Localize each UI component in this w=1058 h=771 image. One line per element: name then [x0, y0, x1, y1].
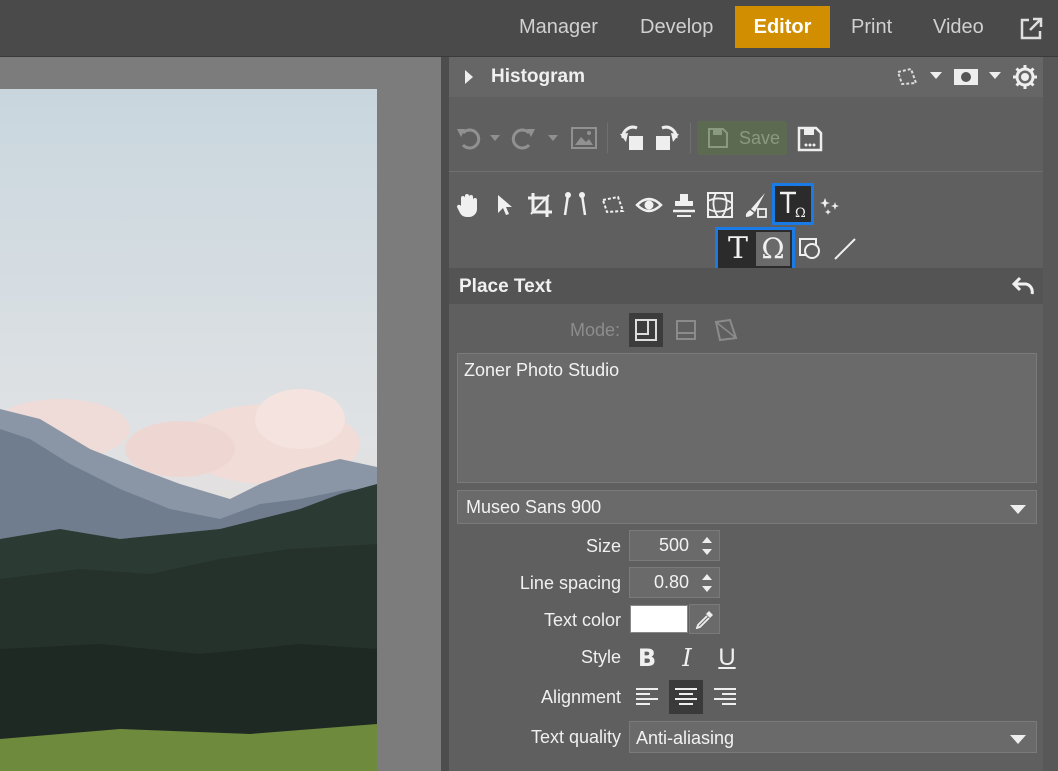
- decrement-arrow-icon[interactable]: [702, 586, 712, 592]
- align-left-button[interactable]: [630, 680, 664, 714]
- toolbar-divider: [607, 123, 608, 153]
- photo-image: [0, 89, 377, 771]
- clone-stamp-tool-icon[interactable]: [671, 191, 697, 219]
- selection-icon[interactable]: [895, 66, 919, 88]
- text-tool-selected[interactable]: Ω: [772, 183, 814, 225]
- mode-perspective-button[interactable]: [709, 313, 743, 347]
- straighten-tool-icon[interactable]: [562, 191, 588, 219]
- font-select[interactable]: Museo Sans 900: [457, 490, 1037, 524]
- decrement-arrow-icon[interactable]: [702, 549, 712, 555]
- text-quality-select[interactable]: Anti-aliasing: [629, 721, 1037, 753]
- hand-tool-icon[interactable]: [455, 192, 481, 218]
- red-eye-tool-icon[interactable]: [635, 195, 663, 215]
- editor-canvas[interactable]: [0, 57, 441, 771]
- place-text-header: Place Text: [449, 268, 1043, 304]
- text-tool-icon[interactable]: T: [721, 232, 755, 266]
- svg-text:Ω: Ω: [795, 206, 806, 219]
- mode-label: Mode:: [570, 320, 621, 340]
- bold-button[interactable]: B: [631, 642, 663, 674]
- text-subtools-group: T Ω: [715, 227, 795, 271]
- align-left-icon: [636, 688, 658, 705]
- size-stepper[interactable]: 500: [629, 530, 720, 561]
- panel-scrollbar[interactable]: [1043, 57, 1058, 771]
- align-center-button[interactable]: [669, 680, 703, 714]
- text-content-input[interactable]: Zoner Photo Studio: [457, 353, 1037, 483]
- expand-arrow-icon[interactable]: [465, 70, 473, 84]
- shape-tool-icon[interactable]: [798, 237, 822, 261]
- tab-editor[interactable]: Editor: [735, 6, 830, 48]
- mode-frame-button[interactable]: [669, 313, 703, 347]
- pointer-tool-icon[interactable]: [494, 193, 514, 217]
- tab-video[interactable]: Video: [917, 6, 1000, 48]
- text-quality-value: Anti-aliasing: [636, 728, 735, 748]
- line-spacing-stepper[interactable]: 0.80: [629, 567, 720, 598]
- chevron-down-icon: [1010, 505, 1026, 514]
- align-right-icon: [714, 688, 736, 705]
- tab-print[interactable]: Print: [835, 6, 908, 48]
- size-label: Size: [585, 536, 621, 556]
- toolbar-separator: [449, 171, 1043, 172]
- align-right-button[interactable]: [708, 680, 742, 714]
- right-panel: Histogram Save Ω T Ω Place Text Mode: Zo…: [449, 57, 1058, 771]
- text-color-label: Text color: [543, 610, 621, 630]
- toolbar-divider-2: [690, 123, 691, 153]
- back-arrow-icon[interactable]: [1012, 274, 1036, 296]
- line-spacing-label: Line spacing: [519, 573, 621, 593]
- mode-frame-icon: [676, 320, 696, 340]
- redo-dropdown-icon[interactable]: [548, 135, 558, 141]
- mode-corner-icon: [635, 319, 657, 341]
- increment-arrow-icon[interactable]: [702, 574, 712, 580]
- save-disk-icon: [708, 128, 728, 148]
- text-color-swatch[interactable]: [630, 605, 688, 633]
- text-quality-label: Text quality: [530, 727, 621, 747]
- italic-button[interactable]: I: [671, 642, 703, 674]
- undo-icon[interactable]: [455, 125, 481, 151]
- selection-dropdown-icon[interactable]: [930, 72, 942, 79]
- line-tool-icon[interactable]: [833, 237, 857, 261]
- eyedropper-icon: [695, 611, 713, 629]
- align-center-icon: [675, 688, 697, 705]
- redo-icon[interactable]: [511, 125, 537, 151]
- histogram-title: Histogram: [491, 66, 585, 87]
- save-label: Save: [739, 128, 781, 148]
- mask-icon[interactable]: [953, 67, 979, 87]
- rotate-left-icon[interactable]: [619, 124, 645, 152]
- effects-stars-icon[interactable]: [819, 196, 841, 216]
- style-label: Style: [580, 647, 621, 667]
- chevron-down-icon: [1010, 735, 1026, 744]
- external-window-icon[interactable]: [1018, 16, 1044, 42]
- eyedropper-button[interactable]: [689, 604, 720, 634]
- brush-tool-icon[interactable]: [743, 191, 769, 219]
- mode-corner-button[interactable]: [629, 313, 663, 347]
- histogram-header[interactable]: Histogram: [449, 57, 1043, 97]
- tab-manager[interactable]: Manager: [503, 6, 614, 48]
- top-nav-bar: Manager Develop Editor Print Video: [0, 0, 1058, 57]
- crop-tool-icon[interactable]: [527, 192, 553, 218]
- symbol-tool-icon[interactable]: Ω: [756, 232, 790, 266]
- alignment-label: Alignment: [540, 687, 621, 707]
- warp-tool-icon[interactable]: [706, 191, 734, 219]
- mode-perspective-icon: [714, 318, 738, 342]
- save-as-icon[interactable]: [797, 126, 823, 152]
- image-history-icon[interactable]: [571, 127, 597, 149]
- undo-dropdown-icon[interactable]: [490, 135, 500, 141]
- save-button[interactable]: Save: [697, 121, 787, 155]
- font-select-value: Museo Sans 900: [466, 497, 602, 517]
- increment-arrow-icon[interactable]: [702, 537, 712, 543]
- text-symbol-tool-icon: Ω: [780, 191, 806, 219]
- tab-develop[interactable]: Develop: [624, 6, 729, 48]
- size-value: 500: [658, 535, 689, 555]
- panel-divider[interactable]: [441, 57, 449, 771]
- line-spacing-value: 0.80: [653, 572, 689, 592]
- place-text-title: Place Text: [459, 276, 552, 297]
- selection-tool-icon[interactable]: [600, 194, 626, 216]
- underline-button[interactable]: U: [711, 642, 743, 674]
- rotate-right-icon[interactable]: [654, 124, 680, 152]
- mask-dropdown-icon[interactable]: [989, 72, 1001, 79]
- settings-gear-icon[interactable]: [1012, 64, 1038, 90]
